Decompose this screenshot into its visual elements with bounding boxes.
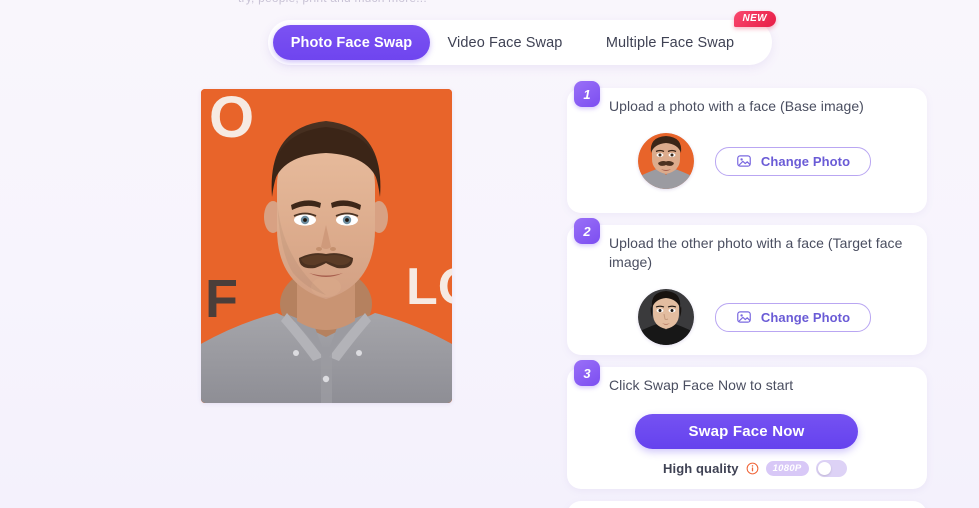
tab-video-face-swap-label: Video Face Swap: [447, 34, 563, 51]
step-1-change-photo-button[interactable]: Change Photo: [715, 146, 871, 176]
svg-text:O: O: [209, 89, 254, 150]
next-card-partial: [567, 501, 927, 508]
face-swap-page: try, people, print and much more... Phot…: [0, 0, 979, 508]
swap-face-now-button[interactable]: Swap Face Now: [635, 414, 858, 449]
step-2-change-photo-button[interactable]: Change Photo: [715, 302, 871, 332]
base-face-thumbnail[interactable]: [638, 133, 694, 189]
step-1-upload-row: Change Photo: [638, 133, 871, 189]
top-cut-text-strip: try, people, print and much more...: [0, 0, 979, 9]
info-circle-icon[interactable]: [746, 462, 759, 475]
face-swap-tab-bar: Photo Face Swap Video Face Swap Multiple…: [268, 11, 776, 65]
image-icon: [737, 311, 751, 323]
high-quality-row: High quality 1080P: [663, 460, 847, 477]
high-quality-label: High quality: [663, 461, 739, 476]
step-2-change-photo-label: Change Photo: [760, 309, 851, 325]
tab-photo-face-swap-label: Photo Face Swap: [290, 34, 413, 51]
high-quality-toggle-knob: [817, 462, 831, 475]
step-1-change-photo-label: Change Photo: [760, 153, 851, 169]
step-1-card: 1 Upload a photo with a face (Base image…: [567, 81, 927, 213]
top-cut-text: try, people, print and much more...: [238, 0, 758, 5]
new-badge: NEW: [734, 11, 776, 27]
step-2-badge: 2: [574, 218, 600, 244]
high-quality-toggle[interactable]: [815, 460, 847, 477]
svg-text:F: F: [205, 269, 238, 329]
tab-video-face-swap[interactable]: Video Face Swap: [430, 25, 580, 60]
base-photo-preview[interactable]: O F LO: [201, 89, 452, 403]
svg-text:LO: LO: [406, 258, 452, 316]
tab-multiple-face-swap-label: Multiple Face Swap: [605, 34, 735, 51]
tab-photo-face-swap[interactable]: Photo Face Swap: [273, 25, 430, 60]
swap-face-now-label: Swap Face Now: [688, 423, 805, 440]
tab-multiple-face-swap[interactable]: Multiple Face Swap NEW: [580, 11, 776, 60]
step-2-card: 2 Upload the other photo with a face (Ta…: [567, 218, 927, 355]
step-1-title: Upload a photo with a face (Base image): [609, 98, 864, 114]
step-3-card: 3 Click Swap Face Now to start Swap Face…: [567, 360, 927, 489]
resolution-badge: 1080P: [765, 460, 809, 477]
step-2-title: Upload the other photo with a face (Targ…: [609, 235, 903, 270]
image-icon: [737, 155, 751, 167]
step-3-title: Click Swap Face Now to start: [609, 377, 794, 393]
step-2-upload-row: Change Photo: [638, 289, 871, 345]
target-face-thumbnail[interactable]: [638, 289, 694, 345]
step-1-badge: 1: [574, 81, 600, 107]
step-3-badge: 3: [574, 360, 600, 386]
